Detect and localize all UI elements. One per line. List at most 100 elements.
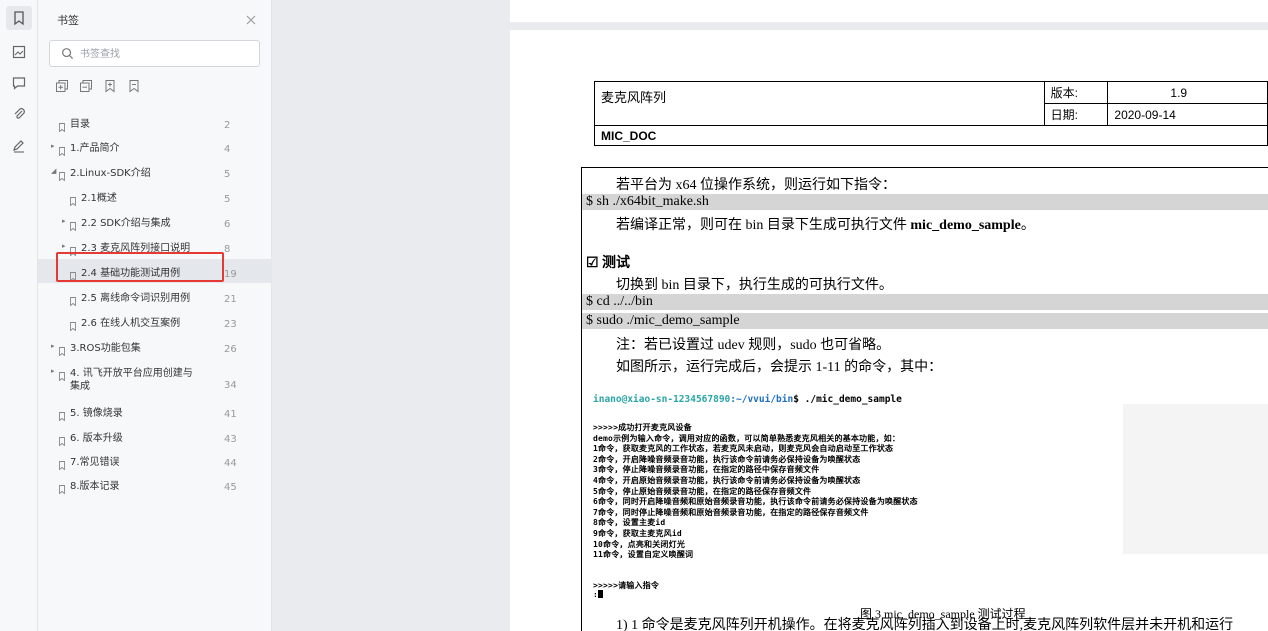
bookmark-label: 2.5 离线命令词识别用例 [81,293,191,304]
chevron-right-icon[interactable]: ▸ [51,367,57,375]
bookmark-label: 7.常见错误 [70,457,120,468]
bookmark-icon [59,479,65,495]
bookmark-page-number: 26 [224,344,237,355]
bookmark-label: 8.版本记录 [70,481,120,492]
doc-id: MIC_DOC [594,125,1268,146]
bookmark-item[interactable]: ▸ 2.2 SDK介绍与集成 6 [38,209,272,233]
bookmark-panel: 书签 目录 2 ▸ 1.产品简介 4 ◢ 2.Linux-SDK介绍 5 2.1概述 5 ▸ 2.2 … [38,0,272,631]
chevron-right-icon[interactable]: ▸ [62,242,68,250]
pdf-reader-window: 书签 目录 2 ▸ 1.产品简介 4 ◢ 2.Linux-SDK介绍 5 2.1概述 5 ▸ 2.2 … [0,0,1268,631]
terminal-output-line: 7命令，同时停止降噪音频和原始音频录音功能，在指定的路径保存音频文件 [593,507,869,517]
command-line: $ sudo ./mic_demo_sample [582,313,1268,329]
signature-icon[interactable] [6,134,32,158]
bookmark-label: 目录 [70,119,90,130]
bookmark-label: 6. 版本升级 [70,433,123,444]
document-page: 麦克风阵列 版本: 1.9 日期: 2020-09-14 MIC_DOC 若平台… [510,30,1268,631]
terminal-output-line: 3命令，停止降噪音频录音功能，在指定的路径中保存音频文件 [593,465,820,475]
terminal-path: :~/vvui/bin [730,394,794,405]
bookmark-page-number: 44 [224,458,237,469]
text-run: 若编译正常，则可在 bin 目录下生成可执行文件 [616,218,911,233]
red-highlight-box [56,252,224,282]
previous-page-bottom [510,0,1268,22]
bookmark-page-number: 5 [224,194,231,205]
date-label: 日期: [1043,103,1109,126]
bookmark-icon [59,406,65,422]
bookmark-icon [70,191,76,207]
bookmark-search-input[interactable] [80,45,250,63]
bookmark-page-number: 19 [224,269,237,280]
bookmark-page-number: 21 [224,294,237,305]
bookmark-icon [70,241,76,257]
bookmark-icon [59,141,65,157]
bookmark-item[interactable]: 2.1概述 5 [38,184,272,208]
bookmark-icon [59,366,65,382]
bookmark-page-number: 43 [224,434,237,445]
delete-bookmark-icon[interactable] [127,78,141,93]
terminal-output-line: 11命令，设置自定义唤醒词 [593,550,694,560]
version-value: 1.9 [1107,81,1268,104]
section-heading: ☑ 测试 [586,256,631,271]
bookmark-label: 2.Linux-SDK介绍 [70,168,151,179]
add-bookmark-icon[interactable] [103,78,117,93]
bookmark-icon [59,431,65,447]
chevron-down-icon[interactable]: ◢ [51,167,57,175]
bookmark-item[interactable]: 2.6 在线人机交互案例 23 [38,309,272,333]
bookmark-item[interactable]: ▸ 3.ROS功能包集 26 [38,334,272,358]
bookmark-item[interactable]: ▸ 4. 讯飞开放平台应用创建与 集成 34 [38,359,272,395]
chevron-right-icon[interactable]: ▸ [51,342,57,350]
document-viewer[interactable]: 麦克风阵列 版本: 1.9 日期: 2020-09-14 MIC_DOC 若平台… [273,0,1268,631]
thumbnail-icon[interactable] [6,40,32,64]
command-line: $ sh ./x64bit_make.sh [582,194,1268,210]
bookmark-icon [59,455,65,471]
bookmark-label: 1.产品简介 [70,143,120,154]
collapse-all-icon[interactable] [79,78,93,92]
bookmark-page-number: 41 [224,409,237,420]
terminal-output-line: 10命令，点亮和关闭灯光 [593,539,686,549]
terminal-output-line: 1命令，获取麦克风的工作状态，若麦克风未启动，则麦克风会自动启动至工作状态 [593,444,894,454]
bookmark-item[interactable]: 8.版本记录 45 [38,472,272,496]
date-value: 2020-09-14 [1107,103,1268,126]
bookmark-item[interactable]: ▸ 1.产品简介 4 [38,134,272,158]
close-icon[interactable] [244,12,258,26]
bookmark-item[interactable]: ◢ 2.Linux-SDK介绍 5 [38,159,272,183]
bookmark-item[interactable]: 5. 镜像烧录 41 [38,399,272,423]
bookmark-page-number: 45 [224,482,237,493]
bookmark-item[interactable]: 7.常见错误 44 [38,448,272,472]
chevron-right-icon[interactable]: ▸ [62,217,68,225]
terminal-output-line: 4命令，开启原始音频录音功能，执行该命令前请务必保持设备为唤醒状态 [593,476,861,485]
terminal-user: inano@xiao-sn-1234567890 [593,394,731,405]
bookmark-page-number: 8 [224,244,231,255]
bookmark-item[interactable]: 目录 2 [38,110,272,134]
bookmark-item[interactable]: 2.5 离线命令词识别用例 21 [38,284,272,308]
bookmark-label: 2.6 在线人机交互案例 [81,318,181,329]
bookmark-search-box[interactable] [49,40,260,67]
text-line: 注：若已设置过 udev 规则，sudo 也可省略。 [616,338,891,353]
terminal-output-line: 9命令，获取主麦克风id [593,529,682,538]
bold-filename: mic_demo_sample [910,218,1021,233]
panel-title: 书签 [57,14,79,27]
bookmark-page-number: 34 [224,380,237,391]
expand-all-icon[interactable] [55,78,69,92]
bookmark-icon [70,216,76,232]
bookmark-icon [59,117,65,133]
bookmark-item[interactable]: 6. 版本升级 43 [38,424,272,448]
text-line: 切换到 bin 目录下，执行生成的可执行文件。 [616,278,893,293]
terminal-output-line: 8命令，设置主麦id [593,518,666,528]
attachment-icon[interactable] [6,102,32,126]
bookmark-label: 2.1概述 [81,193,117,204]
text-line: 若编译正常，则可在 bin 目录下生成可执行文件 mic_demo_sample… [616,214,1035,234]
version-label: 版本: [1043,81,1109,104]
bookmark-label-line2: 集成 [70,381,90,392]
chevron-right-icon[interactable]: ▸ [51,142,57,150]
terminal-command: $ ./mic_demo_sample [793,394,902,405]
bookmark-icon [70,316,76,332]
text-line: 如图所示，运行完成后，会提示 1-11 的命令，其中： [616,360,943,375]
bookmark-label: 2.2 SDK介绍与集成 [81,218,171,229]
terminal-output-line: demo示例为输入命令，调用对应的函数，可以简单熟悉麦克风相关的基本功能，如： [593,433,901,443]
comment-icon[interactable] [6,71,32,95]
bookmark-page-number: 6 [224,219,231,230]
bookmark-panel-icon[interactable] [6,6,32,30]
terminal-output-line: 6命令，同时开启降噪音频和原始音频录音功能，执行该命令前请务必保持设备为唤醒状态 [593,497,918,507]
terminal-prompt: inano@xiao-sn-1234567890:~/vvui/bin$ ./m… [593,394,902,405]
bookmark-page-number: 4 [224,144,231,155]
